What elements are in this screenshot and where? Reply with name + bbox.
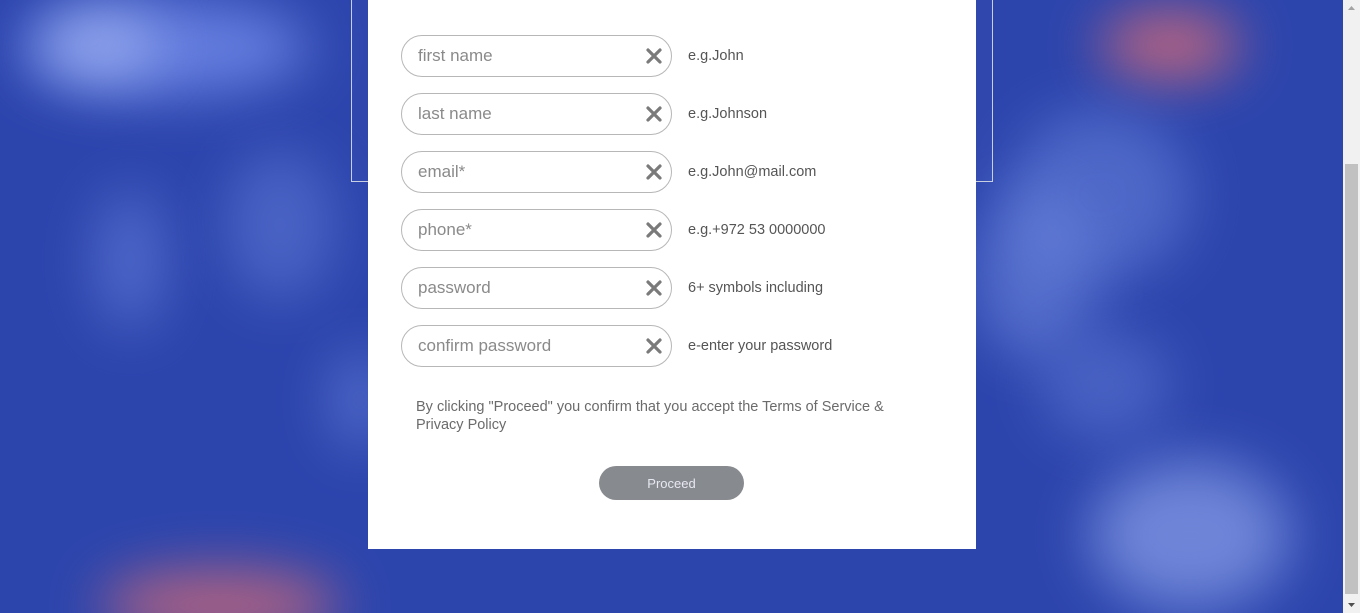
last-name-row: e.g.Johnson: [401, 93, 961, 135]
close-icon[interactable]: [645, 337, 663, 355]
registration-card: e.g.John e.g.Johnson e.g.John@mail.com e…: [368, 0, 976, 549]
scroll-down-arrow-icon[interactable]: [1343, 596, 1360, 613]
confirm-password-hint: e-enter your password: [688, 338, 833, 354]
close-icon[interactable]: [645, 105, 663, 123]
password-hint: 6+ symbols including: [688, 280, 824, 296]
first-name-input[interactable]: [418, 36, 638, 76]
confirm-password-row: e-enter your password: [401, 325, 961, 367]
confirm-password-input[interactable]: [418, 326, 638, 366]
close-icon[interactable]: [645, 47, 663, 65]
scrollbar-thumb[interactable]: [1345, 164, 1358, 594]
scroll-up-arrow-icon[interactable]: [1343, 0, 1360, 17]
terms-text: By clicking "Proceed" you confirm that y…: [416, 399, 884, 433]
last-name-hint: e.g.Johnson: [688, 106, 768, 122]
password-input[interactable]: [418, 268, 638, 308]
first-name-row: e.g.John: [401, 35, 961, 77]
password-row: 6+ symbols including: [401, 267, 961, 309]
email-row: e.g.John@mail.com: [401, 151, 961, 193]
email-field-wrapper: [401, 151, 672, 193]
phone-hint: e.g.+972 53 0000000: [688, 222, 826, 238]
first-name-hint: e.g.John: [688, 48, 744, 64]
close-icon[interactable]: [645, 279, 663, 297]
phone-input[interactable]: [418, 210, 638, 250]
email-hint: e.g.John@mail.com: [688, 164, 817, 180]
email-input[interactable]: [418, 152, 638, 192]
password-field-wrapper: [401, 267, 672, 309]
close-icon[interactable]: [645, 221, 663, 239]
phone-field-wrapper: [401, 209, 672, 251]
first-name-field-wrapper: [401, 35, 672, 77]
confirm-password-field-wrapper: [401, 325, 672, 367]
phone-row: e.g.+972 53 0000000: [401, 209, 961, 251]
last-name-input[interactable]: [418, 94, 638, 134]
close-icon[interactable]: [645, 163, 663, 181]
proceed-button[interactable]: Proceed: [599, 466, 744, 500]
scrollbar[interactable]: [1343, 0, 1360, 613]
last-name-field-wrapper: [401, 93, 672, 135]
